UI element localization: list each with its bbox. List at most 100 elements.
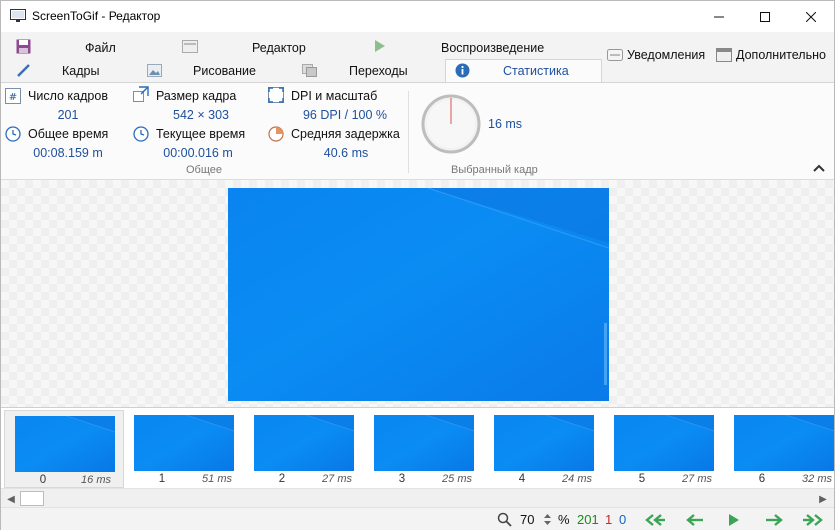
frame-duration: 51 ms [202,473,232,485]
statistics-panel: # Число кадров 201 Общее время 00:08.159… [1,82,834,180]
frame-thumbnail[interactable]: 1 51 ms [124,410,244,488]
tab-file[interactable]: Файл [85,36,116,60]
frame-thumbnail-image [134,415,234,471]
minimize-button[interactable] [696,1,742,32]
avg-delay-label: Средняя задержка [291,127,400,141]
frame-list-scrollbar[interactable]: ◀ ▶ [1,488,834,507]
total-time-label: Общее время [28,127,109,141]
scroll-left-arrow[interactable]: ◀ [3,491,19,507]
tab-frames[interactable]: Кадры [62,59,99,83]
frame-size-value: 542 × 303 [173,108,229,122]
frame-thumbnail-image [494,415,594,471]
double-left-arrow-icon [645,514,665,526]
tab-frames-label: Кадры [62,64,100,78]
frame-thumbnail-image [374,415,474,471]
play-icon [729,514,739,526]
image-icon [147,64,162,77]
editor-window: ScreenToGif - Редактор Файл Редактор Вос… [0,0,835,530]
transition-icon [302,64,317,77]
selected-frame-delay: 16 ms [488,117,523,131]
frame-count-label: Число кадров [28,89,108,103]
current-frame-index: 0 [619,512,627,527]
svg-text:#: # [9,92,17,103]
next-frame-button[interactable] [761,511,787,529]
tab-file-label: Файл [85,41,116,55]
scroll-thumb[interactable] [20,491,44,506]
app-icon [10,9,26,22]
play-icon [375,40,385,52]
current-time-label: Текущее время [156,127,246,141]
pie-delay-icon [268,126,284,142]
window-title: ScreenToGif - Редактор [32,9,161,23]
ribbon-tabs: Файл Редактор Воспроизведение Кадры Рисо… [1,32,834,83]
frame-thumbnail-image [734,415,834,471]
frame-number: 0 [39,474,47,486]
pencil-icon [17,64,30,77]
frame-number: 4 [518,473,526,485]
frame-thumbnail[interactable]: 2 27 ms [244,410,364,488]
zoom-stepper-icon[interactable] [544,513,551,526]
maximize-icon [760,11,770,22]
zoom-value[interactable]: 70 [520,512,534,527]
tab-playback-label: Воспроизведение [441,41,545,55]
close-button[interactable] [788,1,834,32]
frame-thumbnail[interactable]: 5 27 ms [604,410,724,488]
hash-icon: # [5,88,21,104]
tab-transitions[interactable]: Переходы [349,59,408,83]
avg-delay-value: 40.6 ms [323,146,369,160]
tab-statistics-label: Статистика [503,64,569,78]
frame-thumbnail[interactable]: 3 25 ms [364,410,484,488]
frame-duration: 32 ms [802,473,832,485]
frame-number: 2 [278,473,286,485]
zoom-unit: % [558,512,570,527]
last-frame-button[interactable] [800,511,826,529]
notifications-button[interactable]: Уведомления [607,45,705,65]
frame-duration: 27 ms [322,473,352,485]
tab-drawing[interactable]: Рисование [193,59,256,83]
group-separator [408,91,409,173]
maximize-button[interactable] [742,1,788,32]
frame-thumbnail-image [15,416,115,472]
minimize-icon [714,16,724,17]
frame-duration: 27 ms [682,473,712,485]
current-time-value: 00:00.016 m [163,146,233,160]
notification-icon [607,49,623,61]
left-arrow-icon [686,514,703,526]
tab-statistics[interactable]: Статистика [503,59,569,83]
frame-number: 5 [638,473,646,485]
tab-editor[interactable]: Редактор [252,36,306,60]
double-right-arrow-icon [803,514,823,526]
previous-frame-button[interactable] [682,511,708,529]
notifications-label: Уведомления [627,48,706,62]
frame-thumbnail[interactable]: 4 24 ms [484,410,604,488]
close-icon [806,11,816,22]
frame-thumbnail[interactable]: 0 16 ms [4,410,124,488]
frame-thumbnail-image [254,415,354,471]
info-icon [455,63,470,78]
play-button[interactable] [721,511,747,529]
clock-icon [5,126,21,142]
dpi-label: DPI и масштаб [291,89,378,103]
delay-gauge [421,94,481,154]
group-general-label: Общее [186,164,223,176]
window-icon [716,48,732,62]
tab-editor-label: Редактор [252,41,306,55]
status-bar: 70 % 201 1 0 [1,507,834,530]
editor-icon [182,40,198,53]
right-arrow-icon [766,514,783,526]
frame-list: 0 16 ms 1 51 ms 2 27 ms 3 25 ms 4 24 ms 5 27 ms 6 32 … [1,407,835,488]
frame-number: 1 [158,473,166,485]
frame-number: 3 [398,473,406,485]
tab-playback[interactable]: Воспроизведение [441,36,544,60]
extras-button[interactable]: Дополнительно [716,45,826,65]
frame-size-label: Размер кадра [156,89,237,103]
resize-icon [133,86,149,102]
scroll-right-arrow[interactable]: ▶ [815,491,831,507]
first-frame-button[interactable] [642,511,668,529]
tab-transitions-label: Переходы [349,64,408,78]
collapse-ribbon-icon[interactable] [813,164,825,172]
frame-thumbnail[interactable]: 6 32 ms [724,410,835,488]
frame-canvas[interactable] [1,180,834,407]
total-time-value: 00:08.159 m [33,146,103,160]
frame-number: 6 [758,473,766,485]
